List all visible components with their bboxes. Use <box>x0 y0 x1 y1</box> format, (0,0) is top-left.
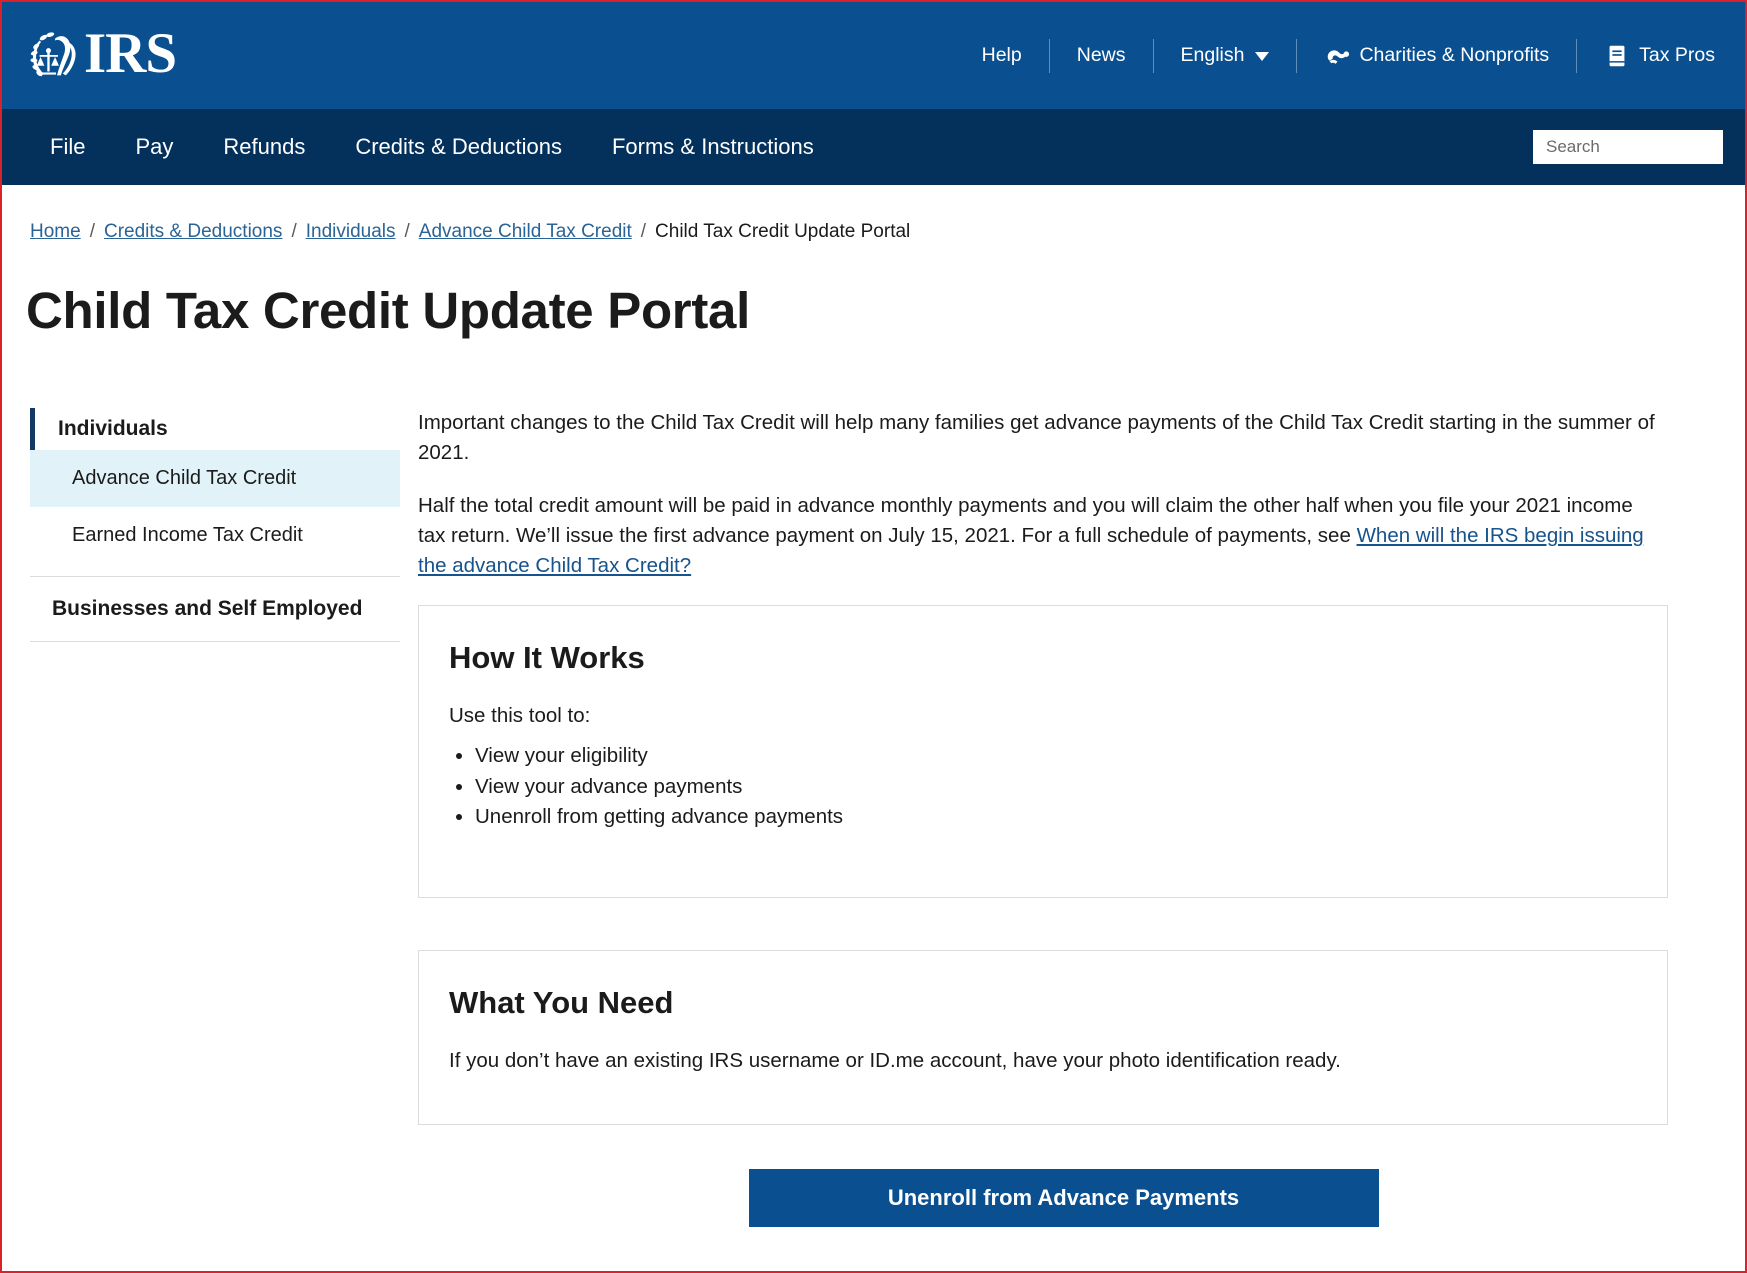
chevron-down-icon <box>1255 52 1270 61</box>
utility-item-label: Help <box>981 43 1022 66</box>
breadcrumb-separator: / <box>89 221 95 242</box>
how-it-works-intro: Use this tool to: <box>449 703 591 727</box>
breadcrumb-separator: / <box>640 221 647 242</box>
breadcrumb-item-advance-child-tax-credit[interactable]: Advance Child Tax Credit <box>419 221 632 243</box>
irs-wordmark: IRS <box>84 22 177 85</box>
breadcrumb-item-home[interactable]: Home <box>30 221 81 243</box>
cta-row: Unenroll from Advance Payments <box>2 1125 1745 1227</box>
how-it-works-card: How It Works Use this tool to: View your… <box>418 604 1668 899</box>
breadcrumb: Home / Credits & Deductions / Individual… <box>2 185 1745 243</box>
utility-item-help[interactable]: Help <box>966 38 1050 73</box>
content-area: Individuals Advance Child Tax Credit Ear… <box>2 340 1745 1125</box>
what-you-need-title: What You Need <box>449 985 674 1021</box>
site-header: IRS Help News English Charities & Nonpro… <box>2 2 1745 109</box>
breadcrumb-item-credits-deductions[interactable]: Credits & Deductions <box>104 221 282 243</box>
utility-item-charities-nonprofits[interactable]: Charities & Nonprofits <box>1297 38 1578 73</box>
sidebar-item-advance-child-tax-credit[interactable]: Advance Child Tax Credit <box>30 450 400 507</box>
irs-emblem-icon <box>30 31 76 76</box>
language-selector[interactable]: English <box>1154 38 1298 73</box>
intro-paragraph-2: Half the total credit amount will be pai… <box>418 491 1663 580</box>
what-you-need-text: If you don’t have an existing IRS userna… <box>449 1049 1341 1073</box>
list-item: Unenroll from getting advance payments <box>475 803 1637 831</box>
utility-item-tax-pros[interactable]: Tax Pros <box>1577 39 1723 73</box>
handshake-icon <box>1328 49 1350 64</box>
search-container <box>1533 130 1745 164</box>
unenroll-from-advance-payments-button[interactable]: Unenroll from Advance Payments <box>748 1168 1379 1227</box>
main-content: Important changes to the Child Tax Credi… <box>400 408 1745 1125</box>
nav-item-refunds[interactable]: Refunds <box>198 134 330 160</box>
page-root: IRS Help News English Charities & Nonpro… <box>0 0 1747 1273</box>
list-item: View your advance payments <box>475 773 1637 801</box>
utility-item-news[interactable]: News <box>1050 38 1154 73</box>
main-navigation: File Pay Refunds Credits & Deductions Fo… <box>2 109 1745 185</box>
what-you-need-card: What You Need If you don’t have an exist… <box>418 950 1668 1125</box>
breadcrumb-item-individuals[interactable]: Individuals <box>306 221 396 243</box>
list-item: View your eligibility <box>475 742 1637 770</box>
search-input[interactable] <box>1546 137 1745 157</box>
how-it-works-title: How It Works <box>449 639 645 675</box>
book-icon <box>1609 45 1625 66</box>
sidebar: Individuals Advance Child Tax Credit Ear… <box>2 408 400 1125</box>
nav-item-pay[interactable]: Pay <box>110 134 198 160</box>
utility-item-label: Tax Pros <box>1639 43 1715 66</box>
nav-item-file[interactable]: File <box>42 134 110 160</box>
how-it-works-list: View your eligibility View your advance … <box>475 742 1637 831</box>
sidebar-group-businesses-self-employed[interactable]: Businesses and Self Employed <box>30 577 400 642</box>
utility-nav: Help News English Charities & Nonprofits <box>966 33 1723 79</box>
language-selector-label: English <box>1180 43 1245 66</box>
irs-logo[interactable]: IRS <box>26 22 177 87</box>
nav-item-forms-instructions[interactable]: Forms & Instructions <box>587 134 839 160</box>
utility-item-label: Charities & Nonprofits <box>1359 43 1550 66</box>
breadcrumb-item-current: Child Tax Credit Update Portal <box>655 221 911 242</box>
utility-item-label: News <box>1076 43 1126 66</box>
breadcrumb-separator: / <box>291 221 297 242</box>
sidebar-item-earned-income-tax-credit[interactable]: Earned Income Tax Credit <box>30 507 400 564</box>
search-box[interactable] <box>1533 130 1745 164</box>
intro-paragraph-1: Important changes to the Child Tax Credi… <box>418 411 1655 464</box>
sidebar-group-individuals: Individuals <box>30 408 400 450</box>
page-title: Child Tax Credit Update Portal <box>26 282 750 339</box>
nav-item-credits-deductions[interactable]: Credits & Deductions <box>330 134 587 160</box>
breadcrumb-separator: / <box>404 221 410 242</box>
